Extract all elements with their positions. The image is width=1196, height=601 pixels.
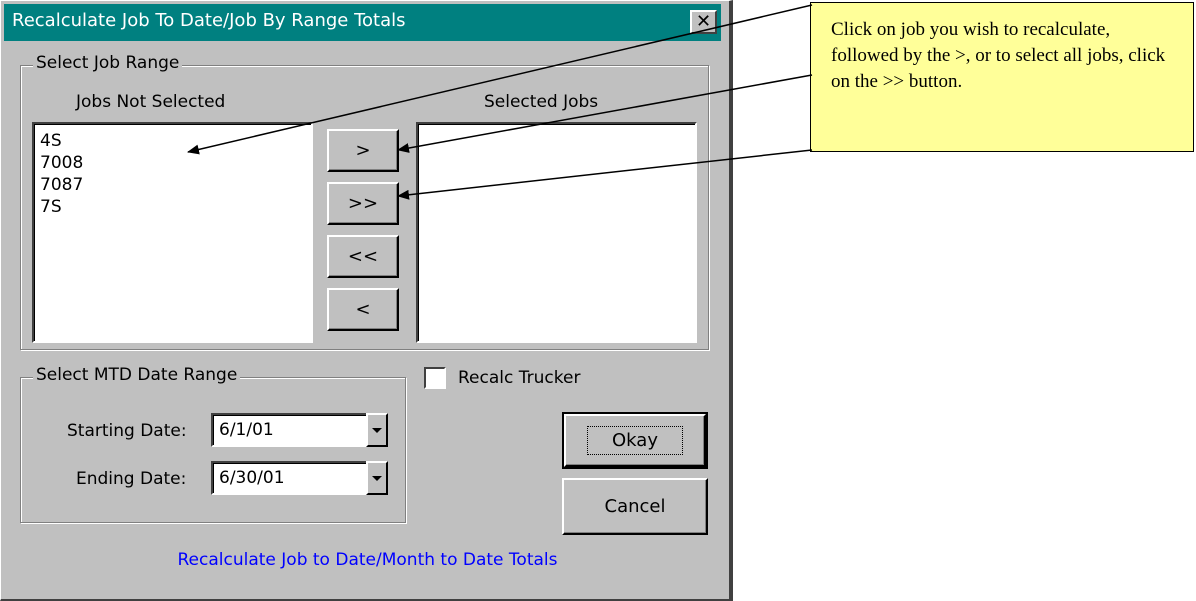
job-range-group-label: Select Job Range xyxy=(33,53,183,73)
date-range-group: Select MTD Date Range xyxy=(20,365,406,523)
add-all-button[interactable]: >> xyxy=(327,182,399,225)
list-item[interactable]: 7S xyxy=(40,196,311,218)
dialog-window: Recalculate Job To Date/Job By Range Tot… xyxy=(0,0,733,601)
starting-date-value: 6/1/01 xyxy=(219,420,274,440)
window-title: Recalculate Job To Date/Job By Range Tot… xyxy=(12,10,406,31)
list-item[interactable]: 7008 xyxy=(40,152,311,174)
starting-date-label: Starting Date: xyxy=(67,421,187,441)
ending-date-value: 6/30/01 xyxy=(219,468,285,488)
remove-all-button[interactable]: << xyxy=(327,235,399,278)
chevron-down-icon xyxy=(372,475,382,481)
add-all-label: >> xyxy=(347,193,379,214)
starting-date-dropdown-button[interactable] xyxy=(366,413,388,447)
selected-jobs-label: Selected Jobs xyxy=(484,92,599,112)
ending-date-dropdown-button[interactable] xyxy=(366,461,388,495)
remove-all-label: << xyxy=(347,246,379,267)
okay-label: Okay xyxy=(587,426,683,455)
okay-button[interactable]: Okay xyxy=(562,412,708,469)
starting-date-field[interactable]: 6/1/01 xyxy=(211,413,388,447)
jobs-not-selected-label: Jobs Not Selected xyxy=(76,92,226,112)
selected-jobs-list[interactable] xyxy=(416,122,697,343)
add-selected-label: > xyxy=(355,140,371,161)
cancel-label: Cancel xyxy=(604,496,666,517)
jobs-not-selected-list[interactable]: 4S 7008 7087 7S xyxy=(32,122,313,343)
remove-selected-label: < xyxy=(355,299,371,320)
title-bar[interactable]: Recalculate Job To Date/Job By Range Tot… xyxy=(4,4,721,41)
footer-text: Recalculate Job to Date/Month to Date To… xyxy=(177,550,558,570)
remove-selected-button[interactable]: < xyxy=(327,288,399,331)
recalc-trucker-label: Recalc Trucker xyxy=(458,368,581,388)
list-item[interactable]: 4S xyxy=(40,130,311,152)
close-icon: ✕ xyxy=(695,11,712,32)
cancel-button[interactable]: Cancel xyxy=(562,478,708,535)
close-button[interactable]: ✕ xyxy=(690,10,717,34)
ending-date-label: Ending Date: xyxy=(76,469,187,489)
add-selected-button[interactable]: > xyxy=(327,129,399,172)
list-item[interactable]: 7087 xyxy=(40,174,311,196)
callout-text: Click on job you wish to recalculate, fo… xyxy=(831,19,1166,92)
ending-date-field[interactable]: 6/30/01 xyxy=(211,461,388,495)
chevron-down-icon xyxy=(372,427,382,433)
date-range-group-label: Select MTD Date Range xyxy=(33,365,241,385)
callout-note: Click on job you wish to recalculate, fo… xyxy=(810,2,1194,152)
recalc-trucker-checkbox[interactable] xyxy=(424,367,446,389)
